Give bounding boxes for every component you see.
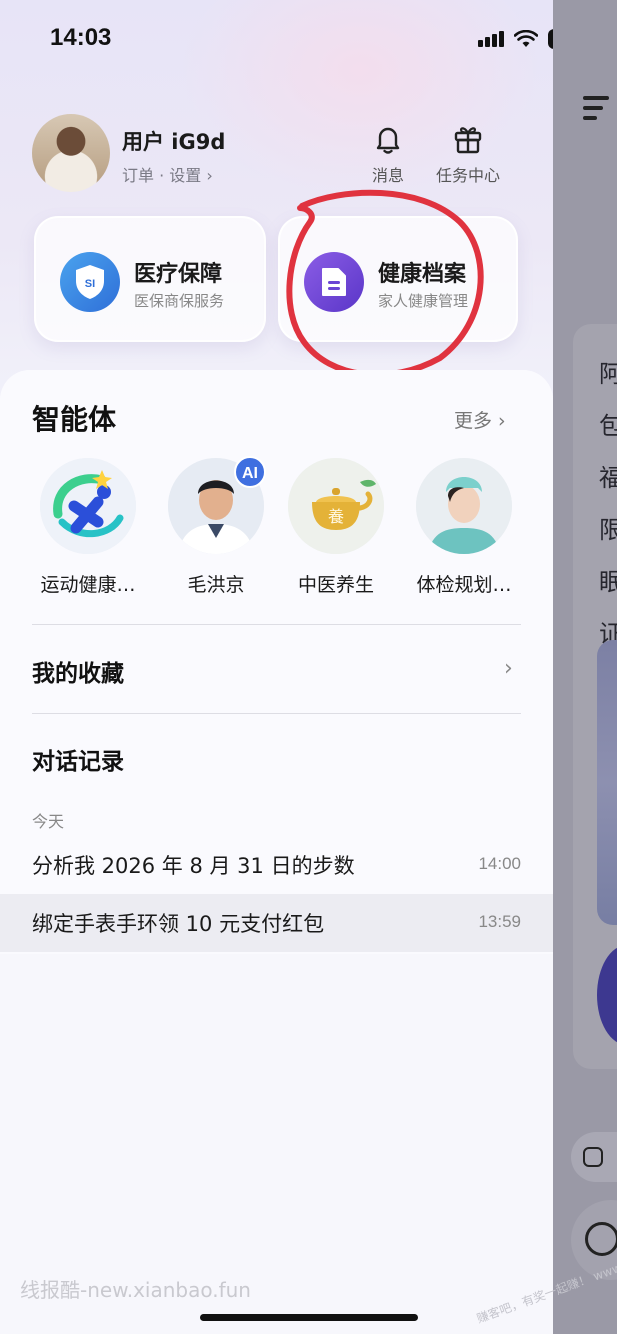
home-indicator[interactable] [200, 1314, 418, 1321]
watermark: 线报酷-new.xianbao.fun [20, 1278, 251, 1302]
document-glyph [322, 268, 346, 296]
agent-mao-hongjing[interactable]: AI 毛洪京 [156, 456, 276, 597]
chat-history-item[interactable]: 分析我 2026 年 8 月 31 日的步数 14:00 [0, 836, 553, 894]
agent-tcm-wellness[interactable]: 養 中医养生 [276, 458, 396, 597]
nurse-portrait-icon [416, 458, 512, 554]
chat-item-text: 分析我 2026 年 8 月 31 日的步数 [32, 854, 355, 878]
ai-badge: AI [234, 456, 266, 488]
doctor-avatar: AI [168, 456, 266, 554]
background-image [597, 640, 617, 925]
menu-icon [583, 96, 609, 126]
status-icons: 69 [478, 28, 553, 50]
shield-glyph: SI [76, 265, 104, 299]
background-card-text: 阿包福限眠证 [599, 360, 617, 648]
medical-insurance-subtitle: 医保商保服务 [134, 292, 225, 310]
chat-item-time: 13:59 [478, 912, 521, 931]
shield-icon: SI [60, 252, 120, 312]
signal-icon [478, 31, 504, 47]
task-center-button[interactable]: 任务中心 [430, 122, 506, 186]
medical-insurance-title: 医疗保障 [134, 262, 223, 287]
task-center-label: 任务中心 [435, 166, 500, 185]
battery-icon: 69 [548, 29, 553, 49]
chat-history-item[interactable]: 绑定手表手环领 10 元支付红包 13:59 [0, 894, 553, 952]
health-records-card[interactable]: 健康档案 家人健康管理 [278, 216, 518, 342]
running-figure-icon [40, 458, 136, 554]
shield-text: SI [85, 278, 95, 290]
messages-label: 消息 [371, 166, 404, 185]
wifi-icon [514, 30, 538, 47]
agent-name: 中医养生 [297, 574, 374, 596]
chevron-right-icon[interactable]: › [504, 656, 513, 681]
document-icon [304, 252, 364, 312]
more-agents-link[interactable]: 更多 › [454, 406, 506, 433]
chat-history-title: 对话记录 [32, 749, 124, 775]
background-pill [571, 1132, 617, 1182]
day-label: 今天 [32, 812, 65, 831]
divider [32, 713, 521, 714]
tcm-avatar: 養 [288, 458, 384, 554]
username[interactable]: 用户 iG9d [122, 126, 225, 156]
agent-name: 体检规划… [416, 574, 512, 596]
health-records-title: 健康档案 [378, 262, 467, 287]
divider [32, 624, 521, 625]
side-drawer: 14:03 69 用户 iG9d 订单 · 设置 › 消息 任务中心 [0, 0, 553, 1334]
teapot-icon: 養 [288, 458, 384, 554]
orders-settings-link[interactable]: 订单 · 设置 › [122, 162, 213, 186]
status-time: 14:03 [50, 24, 112, 51]
agents-title: 智能体 [32, 403, 117, 436]
medical-insurance-card[interactable]: SI 医疗保障 医保商保服务 [34, 216, 266, 342]
voice-icon [585, 1222, 617, 1256]
background-page[interactable]: 阿包福限眠证 [553, 0, 617, 1334]
bell-icon [376, 127, 400, 154]
gift-icon [454, 127, 482, 154]
agent-name: 运动健康… [40, 574, 136, 596]
agent-sports-health[interactable]: 运动健康… [28, 458, 148, 597]
health-records-subtitle: 家人健康管理 [378, 292, 469, 310]
agent-name: 毛洪京 [187, 574, 245, 596]
nurse-avatar [416, 458, 512, 554]
avatar[interactable] [32, 114, 110, 192]
chat-item-time: 14:00 [478, 854, 521, 873]
chat-bubble-icon [583, 1147, 603, 1167]
teapot-text: 養 [328, 507, 344, 526]
sports-health-avatar [40, 458, 136, 554]
chat-item-text: 绑定手表手环领 10 元支付红包 [32, 912, 325, 936]
messages-button[interactable]: 消息 [360, 122, 416, 186]
agent-checkup-planning[interactable]: 体检规划… [404, 458, 524, 597]
favorites-row[interactable]: 我的收藏 [32, 654, 124, 688]
